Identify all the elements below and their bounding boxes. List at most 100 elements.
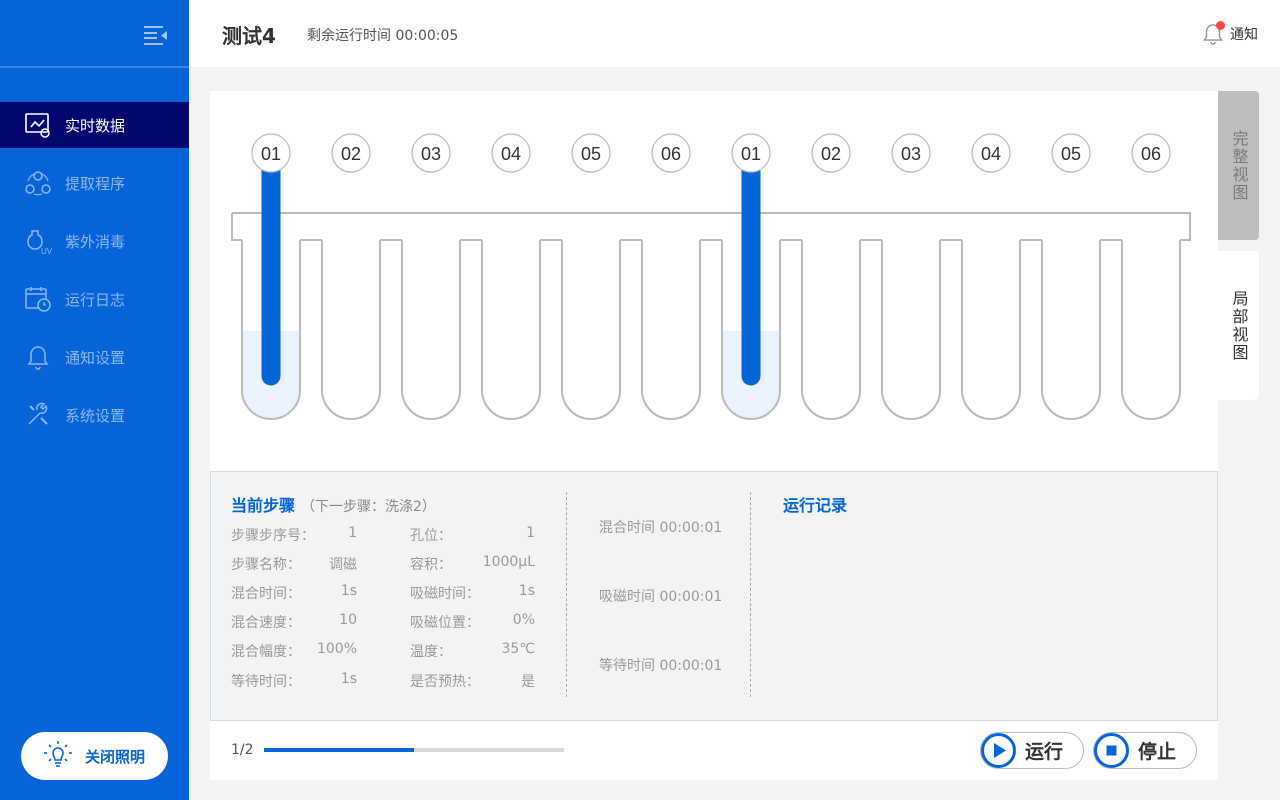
tube-well — [641, 240, 701, 420]
current-step-heading: 当前步骤 （下一步骤：洗涤2） — [231, 492, 436, 516]
sidebar-item-label: 系统设置 — [65, 406, 126, 425]
param-label: 容积： — [410, 557, 452, 573]
tube-well — [561, 240, 621, 420]
well-label: 01 — [261, 144, 281, 164]
tube-well — [881, 240, 941, 420]
notification-button[interactable]: 通知 — [1202, 21, 1258, 46]
tube-well — [961, 240, 1021, 420]
well-label: 06 — [1141, 144, 1161, 164]
tube-well — [481, 240, 541, 420]
wait-timer: 等待时间 00:00:01 — [599, 658, 723, 674]
tube-well — [801, 240, 861, 420]
divider — [566, 492, 567, 697]
run-button[interactable]: 运行 — [980, 732, 1084, 769]
param-label: 等待时间： — [231, 674, 301, 690]
param-value: 1s — [340, 671, 357, 687]
tab-local-view[interactable]: 局部视图 — [1218, 251, 1259, 400]
well-label: 04 — [501, 144, 521, 164]
sidebar-item-label: 通知设置 — [65, 348, 126, 367]
realtime-data-icon — [24, 111, 52, 139]
sidebar-item-6[interactable]: 系统设置 — [0, 392, 189, 438]
tools-icon — [24, 401, 52, 429]
param-label: 混合幅度： — [231, 644, 301, 660]
param-label: 是否预热： — [410, 674, 480, 690]
stop-label: 停止 — [1138, 741, 1177, 763]
param-value: 1s — [340, 583, 357, 599]
stop-button[interactable]: 停止 — [1093, 732, 1197, 769]
param-label: 混合速度： — [231, 615, 301, 631]
divider — [750, 492, 751, 697]
param-label: 混合时间： — [231, 586, 301, 602]
sidebar-item-3[interactable]: UV 紫外消毒 — [0, 218, 189, 264]
notification-dot — [1216, 21, 1225, 30]
calendar-clock-icon — [24, 285, 52, 313]
tab-full-view[interactable]: 完整视图 — [1218, 91, 1259, 240]
well-label: 03 — [901, 144, 921, 164]
bell-icon — [1202, 21, 1225, 46]
param-value: 100% — [316, 641, 357, 657]
stop-icon — [1094, 733, 1129, 768]
param-value: 1 — [348, 525, 357, 541]
param-value: 1000μL — [482, 554, 535, 570]
param-value: 10 — [339, 612, 357, 628]
bell-icon — [24, 343, 52, 371]
page-title: 测试4 — [222, 24, 276, 48]
param-label: 温度： — [410, 644, 452, 660]
well-label: 06 — [661, 144, 681, 164]
param-value: 调磁 — [329, 557, 357, 573]
top-header: 测试4 剩余运行时间 00:00:05 通知 — [189, 0, 1280, 67]
well-label: 02 — [341, 144, 361, 164]
tube-well — [321, 240, 381, 420]
footer-bar: 1/2 运行 停止 — [210, 721, 1218, 780]
sidebar-item-label: 运行日志 — [65, 290, 126, 309]
close-lighting-label: 关闭照明 — [85, 747, 146, 766]
tube-well — [1121, 240, 1181, 420]
param-value: 1s — [518, 583, 535, 599]
param-value: 是 — [521, 674, 535, 690]
notification-label: 通知 — [1230, 27, 1258, 43]
well-label: 02 — [821, 144, 841, 164]
progress-fill — [264, 748, 414, 752]
next-step-label: （下一步骤：洗涤2） — [301, 499, 436, 515]
well-label: 05 — [581, 144, 601, 164]
plate-rim — [231, 212, 1191, 241]
svg-text:UV: UV — [41, 247, 52, 255]
close-lighting-button[interactable]: 关闭照明 — [21, 732, 168, 780]
well-view-panel: 01 02 03 04 05 06 01 02 03 04 05 06 — [210, 91, 1218, 471]
param-label: 吸磁位置： — [410, 615, 480, 631]
run-label: 运行 — [1025, 741, 1064, 763]
well-label: 01 — [741, 144, 761, 164]
collapse-menu-icon[interactable] — [143, 24, 169, 46]
tube-well — [1041, 240, 1101, 420]
sidebar-item-label: 提取程序 — [65, 174, 126, 193]
sidebar-item-label: 实时数据 — [65, 116, 126, 135]
param-value: 0% — [512, 612, 535, 628]
param-value: 1 — [526, 525, 535, 541]
progress-bar — [264, 748, 564, 752]
uv-disinfection-icon: UV — [24, 227, 52, 255]
step-info-panel: 当前步骤 （下一步骤：洗涤2） 步骤步序号： 1 步骤名称： 调磁混合时间： 1s 混合速度… — [210, 471, 1218, 721]
extraction-program-icon — [24, 169, 52, 197]
current-step-title: 当前步骤 — [231, 496, 296, 515]
well-label: 04 — [981, 144, 1001, 164]
tube-well — [401, 240, 461, 420]
magnet-timer: 吸磁时间 00:00:01 — [599, 589, 723, 605]
sidebar-header — [0, 0, 189, 68]
sidebar-item-5[interactable]: 通知设置 — [0, 334, 189, 380]
sidebar-item-1[interactable]: 实时数据 — [0, 102, 189, 148]
param-label: 孔位： — [410, 528, 452, 544]
mix-timer: 混合时间 00:00:01 — [599, 520, 723, 536]
sidebar-item-2[interactable]: 提取程序 — [0, 160, 189, 206]
sidebar: 实时数据提取程序 UV 紫外消毒运行日志通知设置系统设置 关闭照明 — [0, 0, 189, 800]
page-indicator: 1/2 — [231, 742, 254, 758]
lightbulb-icon — [44, 741, 72, 767]
well-plate-diagram: 01 02 03 04 05 06 01 02 03 04 05 06 — [231, 133, 1191, 420]
play-icon — [981, 733, 1016, 768]
well-label: 05 — [1061, 144, 1081, 164]
param-label: 步骤步序号： — [231, 528, 315, 544]
param-label: 步骤名称： — [231, 557, 301, 573]
param-label: 吸磁时间： — [410, 586, 480, 602]
remaining-time: 剩余运行时间 00:00:05 — [307, 28, 459, 44]
sidebar-item-label: 紫外消毒 — [65, 232, 126, 251]
sidebar-item-4[interactable]: 运行日志 — [0, 276, 189, 322]
